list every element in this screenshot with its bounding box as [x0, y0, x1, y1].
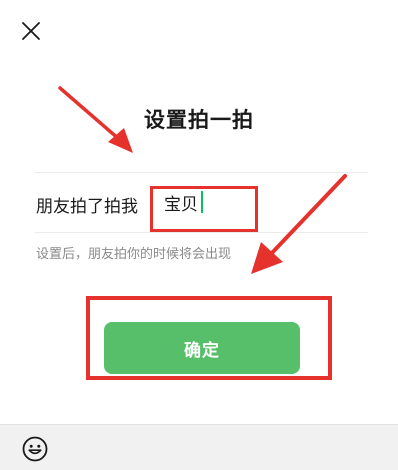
close-icon: [22, 22, 40, 40]
emoji-smile-icon: [22, 436, 48, 462]
emoji-button[interactable]: [22, 436, 48, 462]
pat-suffix-value: 宝贝: [164, 194, 198, 215]
close-button[interactable]: [20, 20, 42, 42]
page-title: 设置拍一拍: [144, 108, 254, 132]
pat-prefix-label: 朋友拍了拍我: [36, 197, 138, 217]
pat-suffix-input[interactable]: 宝贝: [164, 188, 203, 216]
divider-top: [35, 172, 368, 173]
annotation-arrow-button: [251, 174, 347, 274]
text-caret: [201, 191, 203, 213]
hint-text: 设置后，朋友拍你的时候将会出现: [36, 247, 232, 262]
bottom-toolbar: [0, 424, 398, 470]
annotation-arrows: [58, 86, 347, 274]
confirm-button[interactable]: 确定: [104, 322, 300, 374]
divider-bottom: [35, 232, 368, 233]
pat-settings-screen: 设置拍一拍 朋友拍了拍我 宝贝 设置后，朋友拍你的时候将会出现 确定: [0, 0, 398, 470]
